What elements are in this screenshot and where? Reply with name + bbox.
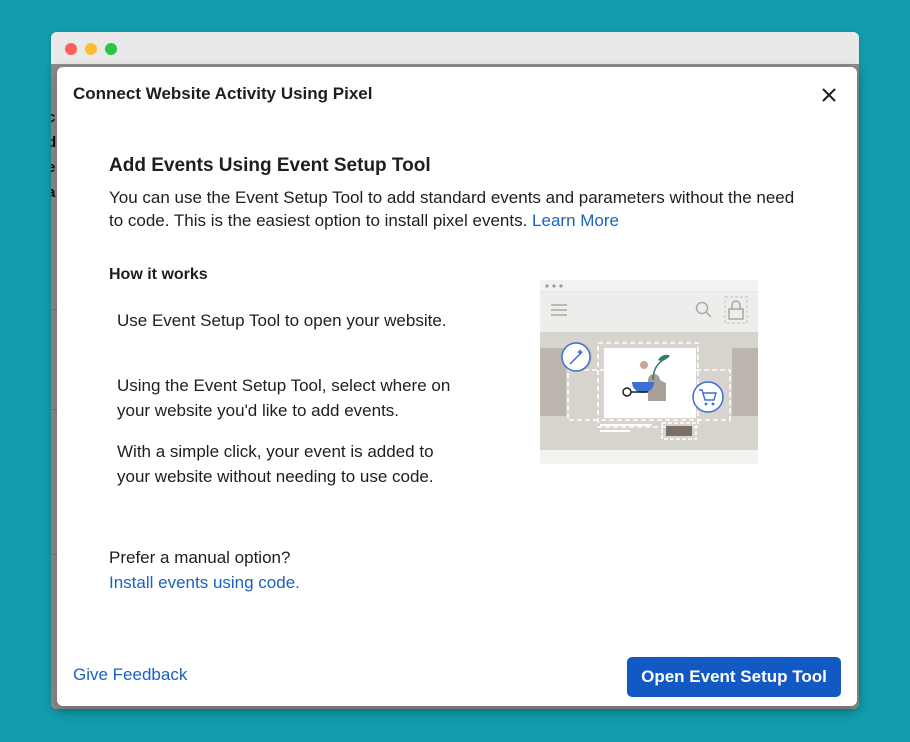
manual-prompt: Prefer a manual option? xyxy=(109,548,291,567)
intro-paragraph: You can use the Event Setup Tool to add … xyxy=(109,186,809,232)
window-titlebar xyxy=(51,32,859,64)
give-feedback-link[interactable]: Give Feedback xyxy=(73,665,187,685)
install-code-link[interactable]: Install events using code. xyxy=(109,570,300,595)
magic-wand-icon xyxy=(561,342,592,372)
learn-more-link[interactable]: Learn More xyxy=(532,211,619,230)
event-setup-illustration xyxy=(540,280,758,464)
open-event-setup-tool-button[interactable]: Open Event Setup Tool xyxy=(627,657,841,697)
section-title: Add Events Using Event Setup Tool xyxy=(109,155,431,176)
cart-icon xyxy=(692,381,724,413)
how-it-works-heading: How it works xyxy=(109,266,208,283)
step-item: Using the Event Setup Tool, select where… xyxy=(117,376,451,420)
intro-text: You can use the Event Setup Tool to add … xyxy=(109,188,795,230)
connect-pixel-dialog: Connect Website Activity Using Pixel Add… xyxy=(57,67,857,706)
step-item: With a simple click, your event is added… xyxy=(117,442,434,486)
step-item: Use Event Setup Tool to open your websit… xyxy=(117,311,447,330)
dialog-title: Connect Website Activity Using Pixel xyxy=(73,84,373,103)
close-icon[interactable] xyxy=(819,85,839,105)
minimize-window-button[interactable] xyxy=(85,43,97,55)
zoom-window-button[interactable] xyxy=(105,43,117,55)
manual-option: Prefer a manual option? Install events u… xyxy=(109,545,300,595)
close-window-button[interactable] xyxy=(65,43,77,55)
